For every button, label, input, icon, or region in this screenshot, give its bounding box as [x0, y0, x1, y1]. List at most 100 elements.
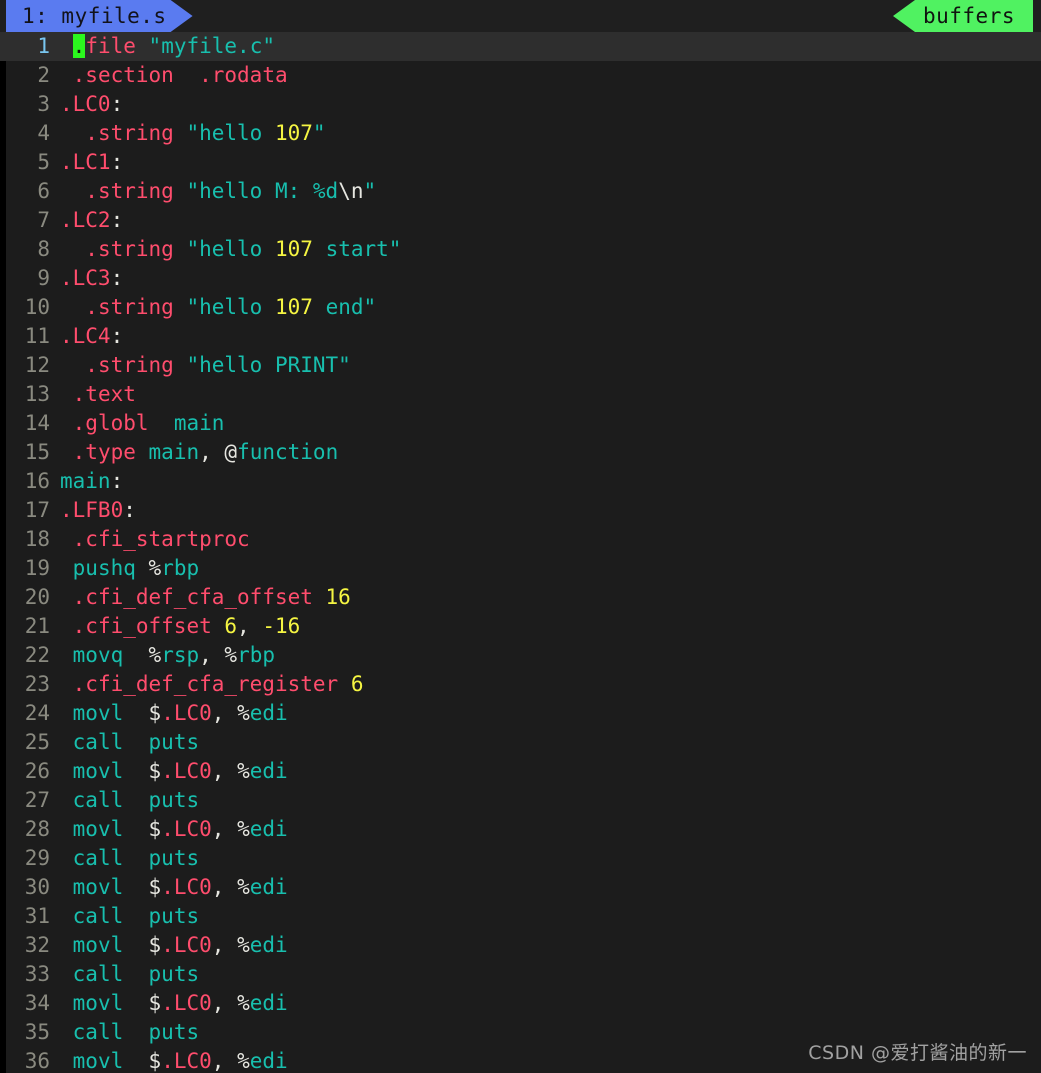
- code-line[interactable]: 32 movl $.LC0, %edi: [0, 931, 1041, 960]
- line-number: 28: [24, 817, 50, 841]
- tab-myfile-s[interactable]: 1: myfile.s: [6, 0, 193, 32]
- line-number: 35: [24, 1020, 50, 1044]
- line-text: .LC4:: [60, 322, 1041, 351]
- line-number: 14: [24, 411, 50, 435]
- code-line[interactable]: 11 .LC4:: [0, 322, 1041, 351]
- line-text: .string "hello 107": [60, 119, 1041, 148]
- code-area[interactable]: 1 .file "myfile.c" 2 .section .rodata 3 .LC…: [0, 32, 1041, 1073]
- token-punct: %: [237, 991, 250, 1015]
- token-num: 107: [274, 295, 313, 319]
- line-number: 4: [37, 121, 50, 145]
- token-punct: :: [110, 92, 124, 116]
- line-text: .LC1:: [60, 148, 1041, 177]
- code-line[interactable]: 31 call puts: [0, 902, 1041, 931]
- line-number: 24: [24, 701, 50, 725]
- code-line[interactable]: 26 movl $.LC0, %edi: [0, 757, 1041, 786]
- code-line[interactable]: 3 .LC0:: [0, 90, 1041, 119]
- line-number: 9: [37, 266, 50, 290]
- code-line[interactable]: 8 .string "hello 107 start": [0, 235, 1041, 264]
- line-text: movl $.LC0, %edi: [60, 757, 1041, 786]
- token-num: -16: [262, 614, 301, 638]
- token-dir: .string: [85, 121, 174, 145]
- line-text: movl $.LC0, %edi: [60, 931, 1041, 960]
- code-line[interactable]: 2 .section .rodata: [0, 61, 1041, 90]
- code-line[interactable]: 20 .cfi_def_cfa_offset 16: [0, 583, 1041, 612]
- code-line[interactable]: 25 call puts: [0, 728, 1041, 757]
- code-line[interactable]: 30 movl $.LC0, %edi: [0, 873, 1041, 902]
- token-id: edi: [249, 817, 288, 841]
- line-text: .globl main: [60, 409, 1041, 438]
- line-text: movq %rsp, %rbp: [60, 641, 1041, 670]
- line-text: .LFB0:: [60, 496, 1041, 525]
- code-line[interactable]: 33 call puts: [0, 960, 1041, 989]
- code-line[interactable]: 9 .LC3:: [0, 264, 1041, 293]
- token-punct: $: [148, 1049, 162, 1073]
- code-line[interactable]: 27 call puts: [0, 786, 1041, 815]
- line-number: 25: [24, 730, 50, 754]
- token-dir: .LC0: [161, 933, 212, 957]
- code-line[interactable]: 36 movl $.LC0, %edi: [0, 1047, 1041, 1073]
- token-id: puts: [148, 904, 200, 928]
- token-id: rbp: [237, 643, 276, 667]
- buffers-tag[interactable]: buffers: [892, 0, 1033, 32]
- line-number: 13: [24, 382, 50, 406]
- code-line[interactable]: 4 .string "hello 107": [0, 119, 1041, 148]
- token-id: edi: [249, 1049, 288, 1073]
- token-dir: .cfi_offset: [72, 614, 212, 638]
- code-line[interactable]: 16 main:: [0, 467, 1041, 496]
- code-line[interactable]: 6 .string "hello M: %d\n": [0, 177, 1041, 206]
- line-number: 27: [24, 788, 50, 812]
- token-dir: .text: [72, 382, 136, 406]
- token-id: rsp: [161, 643, 200, 667]
- code-line[interactable]: 34 movl $.LC0, %edi: [0, 989, 1041, 1018]
- code-line[interactable]: 29 call puts: [0, 844, 1041, 873]
- token-id: puts: [148, 962, 200, 986]
- code-line[interactable]: 18 .cfi_startproc: [0, 525, 1041, 554]
- code-line[interactable]: 14 .globl main: [0, 409, 1041, 438]
- line-number: 31: [24, 904, 50, 928]
- code-line[interactable]: 5 .LC1:: [0, 148, 1041, 177]
- line-number: 19: [24, 556, 50, 580]
- code-line[interactable]: 24 movl $.LC0, %edi: [0, 699, 1041, 728]
- code-line[interactable]: 23 .cfi_def_cfa_register 6: [0, 670, 1041, 699]
- token-punct: :: [110, 469, 124, 493]
- line-number: 32: [24, 933, 50, 957]
- code-line[interactable]: 35 call puts: [0, 1018, 1041, 1047]
- code-line[interactable]: 17 .LFB0:: [0, 496, 1041, 525]
- code-line[interactable]: 15 .type main, @function: [0, 438, 1041, 467]
- code-line[interactable]: 13 .text: [0, 380, 1041, 409]
- token-punct: ,: [211, 817, 238, 841]
- code-line[interactable]: 28 movl $.LC0, %edi: [0, 815, 1041, 844]
- token-kw: call: [72, 962, 124, 986]
- code-line[interactable]: 19 pushq %rbp: [0, 554, 1041, 583]
- code-line[interactable]: 7 .LC2:: [0, 206, 1041, 235]
- token-str: "hello: [186, 295, 275, 319]
- token-punct: $: [148, 759, 162, 783]
- line-number: 30: [24, 875, 50, 899]
- token-str: start": [312, 237, 402, 261]
- line-text: .cfi_def_cfa_register 6: [60, 670, 1041, 699]
- line-number: 23: [24, 672, 50, 696]
- token-dir: .LC0: [161, 817, 212, 841]
- code-line[interactable]: 12 .string "hello PRINT": [0, 351, 1041, 380]
- code-line[interactable]: 10 .string "hello 107 end": [0, 293, 1041, 322]
- code-line[interactable]: 22 movq %rsp, %rbp: [0, 641, 1041, 670]
- code-line[interactable]: 1 .file "myfile.c": [0, 32, 1041, 61]
- code-line[interactable]: 21 .cfi_offset 6, -16: [0, 612, 1041, 641]
- token-dir: .cfi_def_cfa_offset: [72, 585, 313, 609]
- token-num: 16: [325, 585, 351, 609]
